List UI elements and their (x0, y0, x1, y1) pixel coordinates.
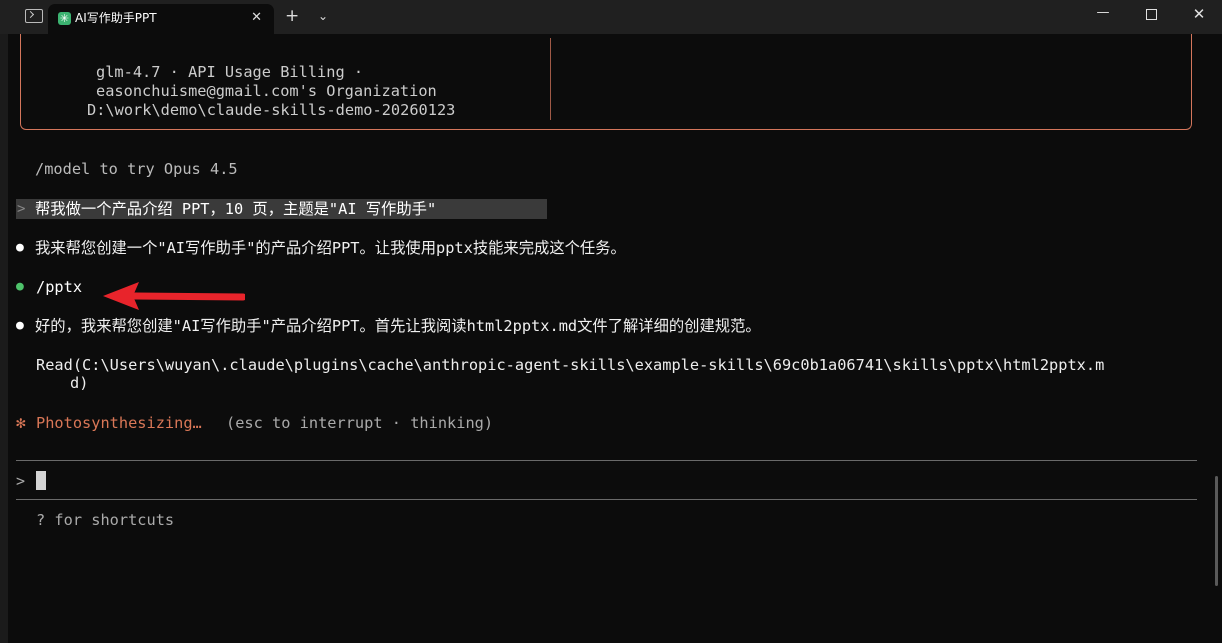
status-text: Photosynthesizing… (36, 414, 202, 432)
close-window-button[interactable]: ✕ (1176, 0, 1222, 30)
claude-tab-icon: ✳ (58, 12, 71, 25)
tab-active[interactable]: ✳ AI写作助手PPT ✕ (48, 4, 274, 34)
annotation-arrow-icon (103, 282, 245, 310)
reply-bullet-icon: ● (16, 318, 24, 333)
prompt-chevron-icon: > (17, 201, 26, 217)
input-top-rule (16, 460, 1197, 461)
tab-close-icon[interactable]: ✕ (251, 9, 262, 27)
scrollbar[interactable] (1215, 476, 1218, 586)
maximize-button[interactable] (1128, 0, 1174, 30)
info-box-divider (550, 38, 551, 120)
model-billing-line: glm-4.7 · API Usage Billing · (96, 63, 364, 81)
model-hint: /model to try Opus 4.5 (35, 160, 238, 178)
skill-command: /pptx (36, 278, 83, 296)
assistant-reply: 我来帮您创建一个"AI写作助手"的产品介绍PPT。让我使用pptx技能来完成这个… (35, 239, 626, 257)
tab-title: AI写作助手PPT (75, 11, 157, 25)
user-prompt: 帮我做一个产品介绍 PPT，10 页，主题是"AI 写作助手" (35, 200, 437, 218)
spinner-icon: ✻ (16, 413, 26, 432)
input-cursor[interactable] (36, 471, 46, 490)
organization-line: easonchuisme@gmail.com's Organization (96, 82, 437, 100)
interrupt-hint: (esc to interrupt · thinking) (226, 414, 494, 432)
reply-bullet-icon: ● (16, 240, 24, 255)
maximize-icon (1145, 9, 1157, 20)
input-prompt-icon: > (16, 472, 26, 490)
shortcuts-hint: ? for shortcuts (36, 511, 175, 529)
working-directory: D:\work\demo\claude-skills-demo-20260123 (87, 101, 456, 119)
window-left-edge (0, 34, 8, 643)
minimize-button[interactable]: — (1080, 0, 1126, 30)
read-tool-call-wrap: d) (70, 374, 89, 392)
assistant-reply: 好的，我来帮您创建"AI写作助手"产品介绍PPT。首先让我阅读html2pptx… (35, 317, 761, 335)
terminal-icon[interactable] (25, 9, 43, 23)
input-bottom-rule (16, 499, 1197, 500)
command-bullet-icon: ● (16, 279, 24, 294)
tab-dropdown-icon[interactable]: ⌄ (318, 6, 328, 26)
title-bar: ✳ AI写作助手PPT ✕ + ⌄ — ✕ (0, 0, 1222, 34)
read-tool-call: Read(C:\Users\wuyan\.claude\plugins\cach… (36, 356, 1105, 374)
new-tab-button[interactable]: + (285, 6, 299, 26)
